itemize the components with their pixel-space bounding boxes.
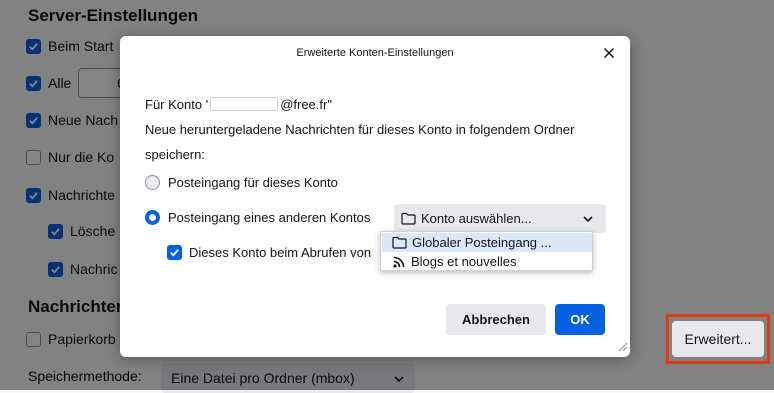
- account-select-value: Konto auswählen...: [421, 211, 532, 226]
- dialog-title: Erweiterte Konten-Einstellungen: [296, 47, 454, 59]
- menu-item-label: Blogs et nouvelles: [411, 254, 517, 269]
- radio-unselected[interactable]: [145, 175, 160, 190]
- menu-item-global-inbox[interactable]: Globaler Posteingang ...: [382, 233, 592, 252]
- cancel-button[interactable]: Abbrechen: [446, 304, 546, 335]
- radio-other-inbox[interactable]: Posteingang eines anderen Kontos: [145, 210, 370, 225]
- description-line: speichern:: [145, 147, 205, 162]
- ok-button[interactable]: OK: [555, 304, 605, 335]
- radio-label: Posteingang für dieses Konto: [168, 175, 338, 190]
- chevron-down-icon: [582, 213, 594, 228]
- close-button[interactable]: [600, 45, 618, 63]
- folder-icon: [392, 236, 407, 249]
- advanced-account-settings-dialog: Erweiterte Konten-Einstellungen Für Kont…: [120, 36, 630, 357]
- radio-own-inbox[interactable]: Posteingang für dieses Konto: [145, 175, 338, 190]
- account-line: Für Konto ' @free.fr": [145, 97, 332, 112]
- fetch-checkbox-label: Dieses Konto beim Abrufen von: [189, 245, 372, 260]
- redacted-account-name: [210, 97, 279, 111]
- checkbox-checked[interactable]: [167, 245, 182, 260]
- rss-icon: [392, 255, 406, 269]
- account-dropdown-menu: Globaler Posteingang ... Blogs et nouvel…: [380, 231, 593, 271]
- highlight-box: [666, 314, 770, 364]
- resize-grip-icon[interactable]: [616, 339, 628, 355]
- menu-item-label: Globaler Posteingang ...: [412, 235, 552, 250]
- radio-label: Posteingang eines anderen Kontos: [168, 210, 371, 225]
- folder-icon: [401, 212, 416, 225]
- fetch-checkbox-row[interactable]: Dieses Konto beim Abrufen von: [167, 245, 371, 260]
- radio-selected[interactable]: [145, 210, 160, 225]
- account-select[interactable]: Konto auswählen...: [394, 204, 606, 233]
- description-line: Neue heruntergeladene Nachrichten für di…: [145, 122, 575, 137]
- menu-item-blogs[interactable]: Blogs et nouvelles: [382, 252, 592, 271]
- close-icon: [603, 46, 615, 62]
